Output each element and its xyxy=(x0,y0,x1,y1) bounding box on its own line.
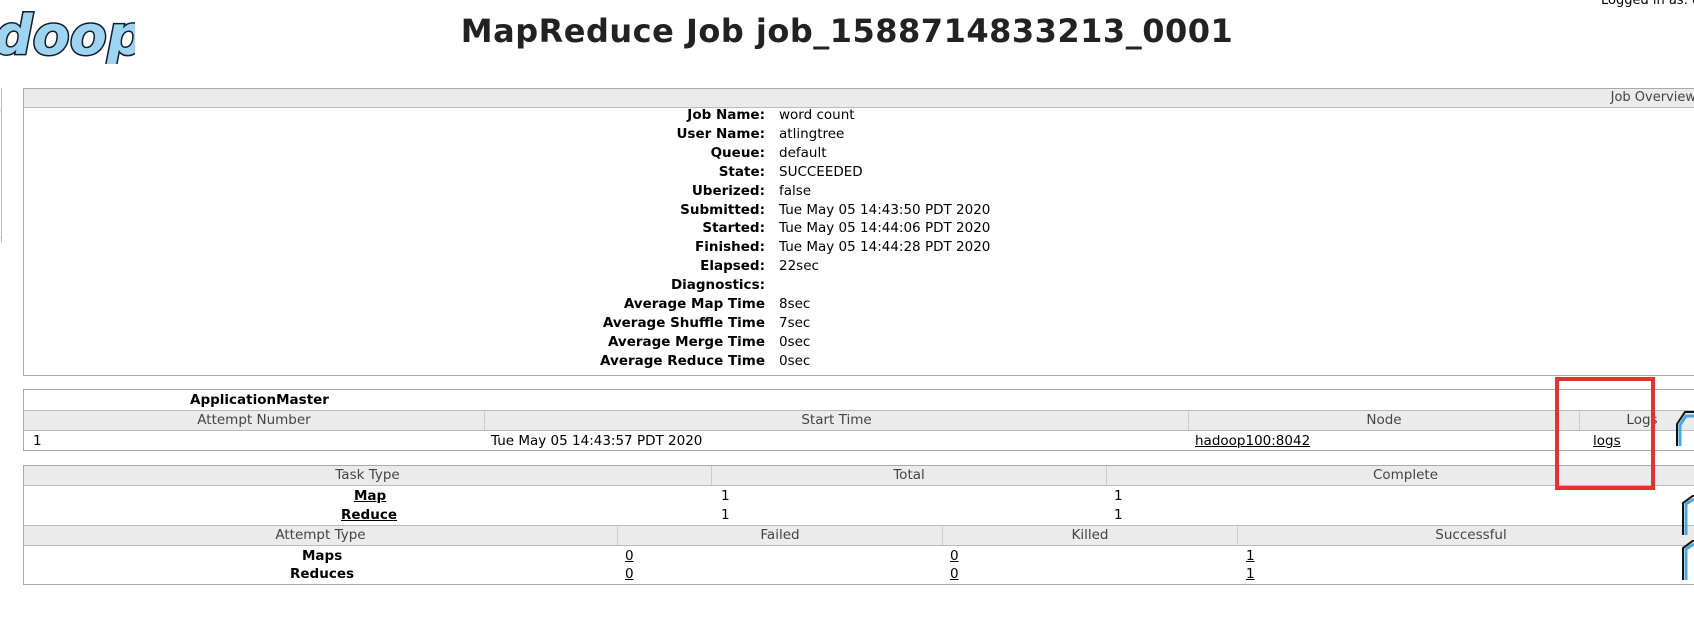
page-title: MapReduce Job job_1588714833213_0001 xyxy=(460,12,1234,50)
overview-row: Submitted: Tue May 05 14:43:50 PDT 2020 xyxy=(24,202,1024,221)
overview-row: Elapsed: 22sec xyxy=(24,258,1024,277)
attempt-header-row: Attempt Type Failed Killed Successful xyxy=(24,525,1694,546)
attempt-type-maps: Maps xyxy=(302,548,343,564)
overview-value: 0sec xyxy=(779,333,811,350)
attempt-type-reduces: Reduces xyxy=(290,566,355,582)
overview-label: State: xyxy=(718,163,765,180)
sidebar-divider xyxy=(0,110,2,111)
overview-value: word count xyxy=(779,107,855,123)
maps-successful-link[interactable]: 1 xyxy=(1246,548,1255,564)
overview-row: Average Merge Time 0sec xyxy=(24,334,1024,353)
overview-label: Average Map Time xyxy=(623,296,765,312)
overview-row: Uberized: false xyxy=(24,183,1024,202)
header-total[interactable]: Total xyxy=(712,466,1107,485)
overview-value: false xyxy=(779,182,812,199)
task-type-map-link[interactable]: Map xyxy=(354,488,386,504)
arrow-up-icon xyxy=(1682,495,1694,535)
reduce-complete-cell: 1 xyxy=(1114,507,1123,523)
header-start-time[interactable]: Start Time xyxy=(485,411,1189,430)
sidebar-edge xyxy=(0,88,2,243)
overview-value: atlingtree xyxy=(779,125,845,142)
reduces-killed-link[interactable]: 0 xyxy=(950,566,959,582)
reduces-successful-link[interactable]: 1 xyxy=(1246,566,1255,582)
overview-label: Average Merge Time xyxy=(607,333,765,350)
overview-row: Average Reduce Time 0sec xyxy=(24,353,1024,372)
overview-label: Started: xyxy=(702,220,765,237)
header-node[interactable]: Node xyxy=(1189,411,1580,430)
overview-row: Average Shuffle Time 7sec xyxy=(24,315,1024,334)
overview-value: Tue May 05 14:43:50 PDT 2020 xyxy=(779,201,991,218)
overview-value: Tue May 05 14:44:28 PDT 2020 xyxy=(779,239,991,256)
start-time-cell: Tue May 05 14:43:57 PDT 2020 xyxy=(491,433,703,449)
overview-section-label: Job Overview xyxy=(1610,90,1694,105)
overview-header: Job Overview xyxy=(24,89,1694,108)
header-failed[interactable]: Failed xyxy=(618,526,943,545)
task-summary-table: Task Type Total Complete Map 1 1 Reduce … xyxy=(23,465,1694,585)
overview-row: User Name: atlingtree xyxy=(24,126,1024,145)
attempt-number-cell: 1 xyxy=(33,433,42,449)
sidebar-divider xyxy=(0,237,2,238)
header-attempt-number[interactable]: Attempt Number xyxy=(24,411,485,430)
overview-value: 8sec xyxy=(779,296,811,312)
node-link[interactable]: hadoop100:8042 xyxy=(1195,433,1310,449)
overview-label: Queue: xyxy=(710,144,765,161)
overview-label: Finished: xyxy=(695,239,765,256)
task-header-row: Task Type Total Complete xyxy=(24,466,1694,486)
map-complete-cell: 1 xyxy=(1114,488,1123,504)
overview-row: Diagnostics: xyxy=(24,277,1024,296)
header-task-type[interactable]: Task Type xyxy=(24,466,712,485)
overview-value: 22sec xyxy=(779,258,819,275)
header-successful[interactable]: Successful xyxy=(1238,526,1694,545)
overview-value: 0sec xyxy=(779,352,811,369)
maps-failed-link[interactable]: 0 xyxy=(625,548,634,564)
overview-row: Finished: Tue May 05 14:44:28 PDT 2020 xyxy=(24,239,1024,258)
overview-label: Average Reduce Time xyxy=(600,352,765,369)
application-master-header-row: Attempt Number Start Time Node Logs xyxy=(24,410,1694,431)
overview-label: Job Name: xyxy=(687,107,765,123)
task-type-reduce-link[interactable]: Reduce xyxy=(341,507,397,523)
overview-row: State: SUCCEEDED xyxy=(24,164,1024,183)
overview-label: Submitted: xyxy=(680,201,765,218)
overview-row: Queue: default xyxy=(24,145,1024,164)
overview-label: Diagnostics: xyxy=(670,277,765,294)
overview-row: Started: Tue May 05 14:44:06 PDT 2020 xyxy=(24,220,1024,239)
overview-value: 7sec xyxy=(779,314,811,331)
reduces-failed-link[interactable]: 0 xyxy=(625,566,634,582)
overview-label: Average Shuffle Time xyxy=(602,314,765,331)
reduce-total-cell: 1 xyxy=(721,507,730,523)
overview-label: Elapsed: xyxy=(700,258,765,275)
arrow-up-icon xyxy=(1682,540,1694,580)
application-master-table: ApplicationMaster Attempt Number Start T… xyxy=(23,389,1694,451)
map-total-cell: 1 xyxy=(721,488,730,504)
overview-row: Job Name: word count xyxy=(24,107,1024,126)
header-attempt-type[interactable]: Attempt Type xyxy=(24,526,618,545)
job-overview-panel: Job Overview Job Name: word count User Nam… xyxy=(23,88,1694,376)
overview-label: Uberized: xyxy=(691,182,765,199)
overview-value: default xyxy=(779,144,827,161)
overview-value: Tue May 05 14:44:06 PDT 2020 xyxy=(779,220,991,237)
overview-value: SUCCEEDED xyxy=(779,163,863,180)
logged-in-text: Logged in as: dr.who xyxy=(1601,0,1694,8)
header-killed[interactable]: Killed xyxy=(943,526,1238,545)
application-master-title: ApplicationMaster xyxy=(190,392,329,408)
overview-label: User Name: xyxy=(676,125,765,142)
maps-killed-link[interactable]: 0 xyxy=(950,548,959,564)
logs-highlight-box xyxy=(1555,377,1655,490)
arrow-up-icon xyxy=(1676,411,1694,446)
overview-row: Average Map Time 8sec xyxy=(24,296,1024,315)
